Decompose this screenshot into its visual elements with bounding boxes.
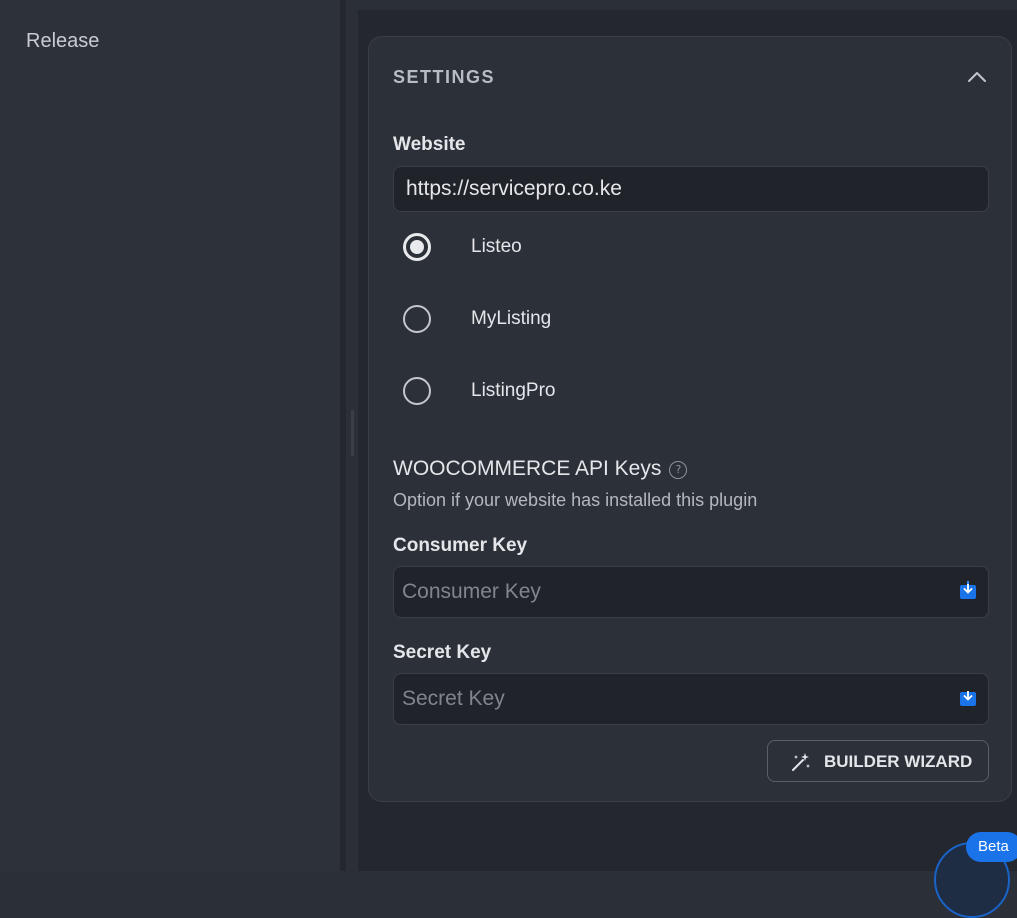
question-circle-icon[interactable]: ? (669, 461, 688, 479)
consumer-key-input[interactable] (393, 566, 989, 618)
radio-listingpro[interactable]: ListingPro (393, 372, 793, 412)
settings-card: SETTINGS Website Listeo MyListing Listin… (368, 36, 1012, 802)
woocommerce-section-title: WOOCOMMERCE API Keys? (393, 457, 688, 481)
beta-badge: Beta (966, 832, 1017, 862)
consumer-key-field (393, 566, 989, 618)
collapse-button[interactable] (965, 65, 989, 89)
radio-button[interactable] (403, 377, 431, 405)
radio-button-checked[interactable] (403, 233, 431, 261)
radio-label-mylisting: MyListing (471, 308, 552, 329)
website-label: Website (393, 134, 466, 155)
splitter-handle[interactable] (351, 410, 354, 456)
save-icon[interactable] (959, 687, 977, 707)
consumer-key-label: Consumer Key (393, 535, 528, 556)
radio-listeo[interactable]: Listeo (393, 228, 793, 268)
radio-label-listeo: Listeo (471, 236, 522, 257)
left-panel: Release (0, 0, 340, 871)
builder-wizard-button[interactable]: BUILDER WIZARD (767, 740, 989, 782)
release-menu-item[interactable]: Release (26, 30, 99, 53)
secret-key-input[interactable] (393, 673, 989, 725)
radio-label-listingpro: ListingPro (471, 380, 556, 401)
woocommerce-title-text: WOOCOMMERCE API Keys (393, 457, 662, 480)
radio-mylisting[interactable]: MyListing (393, 300, 793, 340)
secret-key-label: Secret Key (393, 642, 492, 663)
radio-button[interactable] (403, 305, 431, 333)
secret-key-field (393, 673, 989, 725)
website-input[interactable] (393, 166, 989, 212)
save-icon[interactable] (959, 580, 977, 600)
builder-wizard-label: BUILDER WIZARD (824, 752, 973, 771)
settings-title: SETTINGS (393, 67, 496, 87)
chevron-up-icon (968, 72, 986, 82)
magic-wand-icon (792, 753, 810, 771)
woocommerce-description: Option if your website has installed thi… (393, 490, 758, 510)
